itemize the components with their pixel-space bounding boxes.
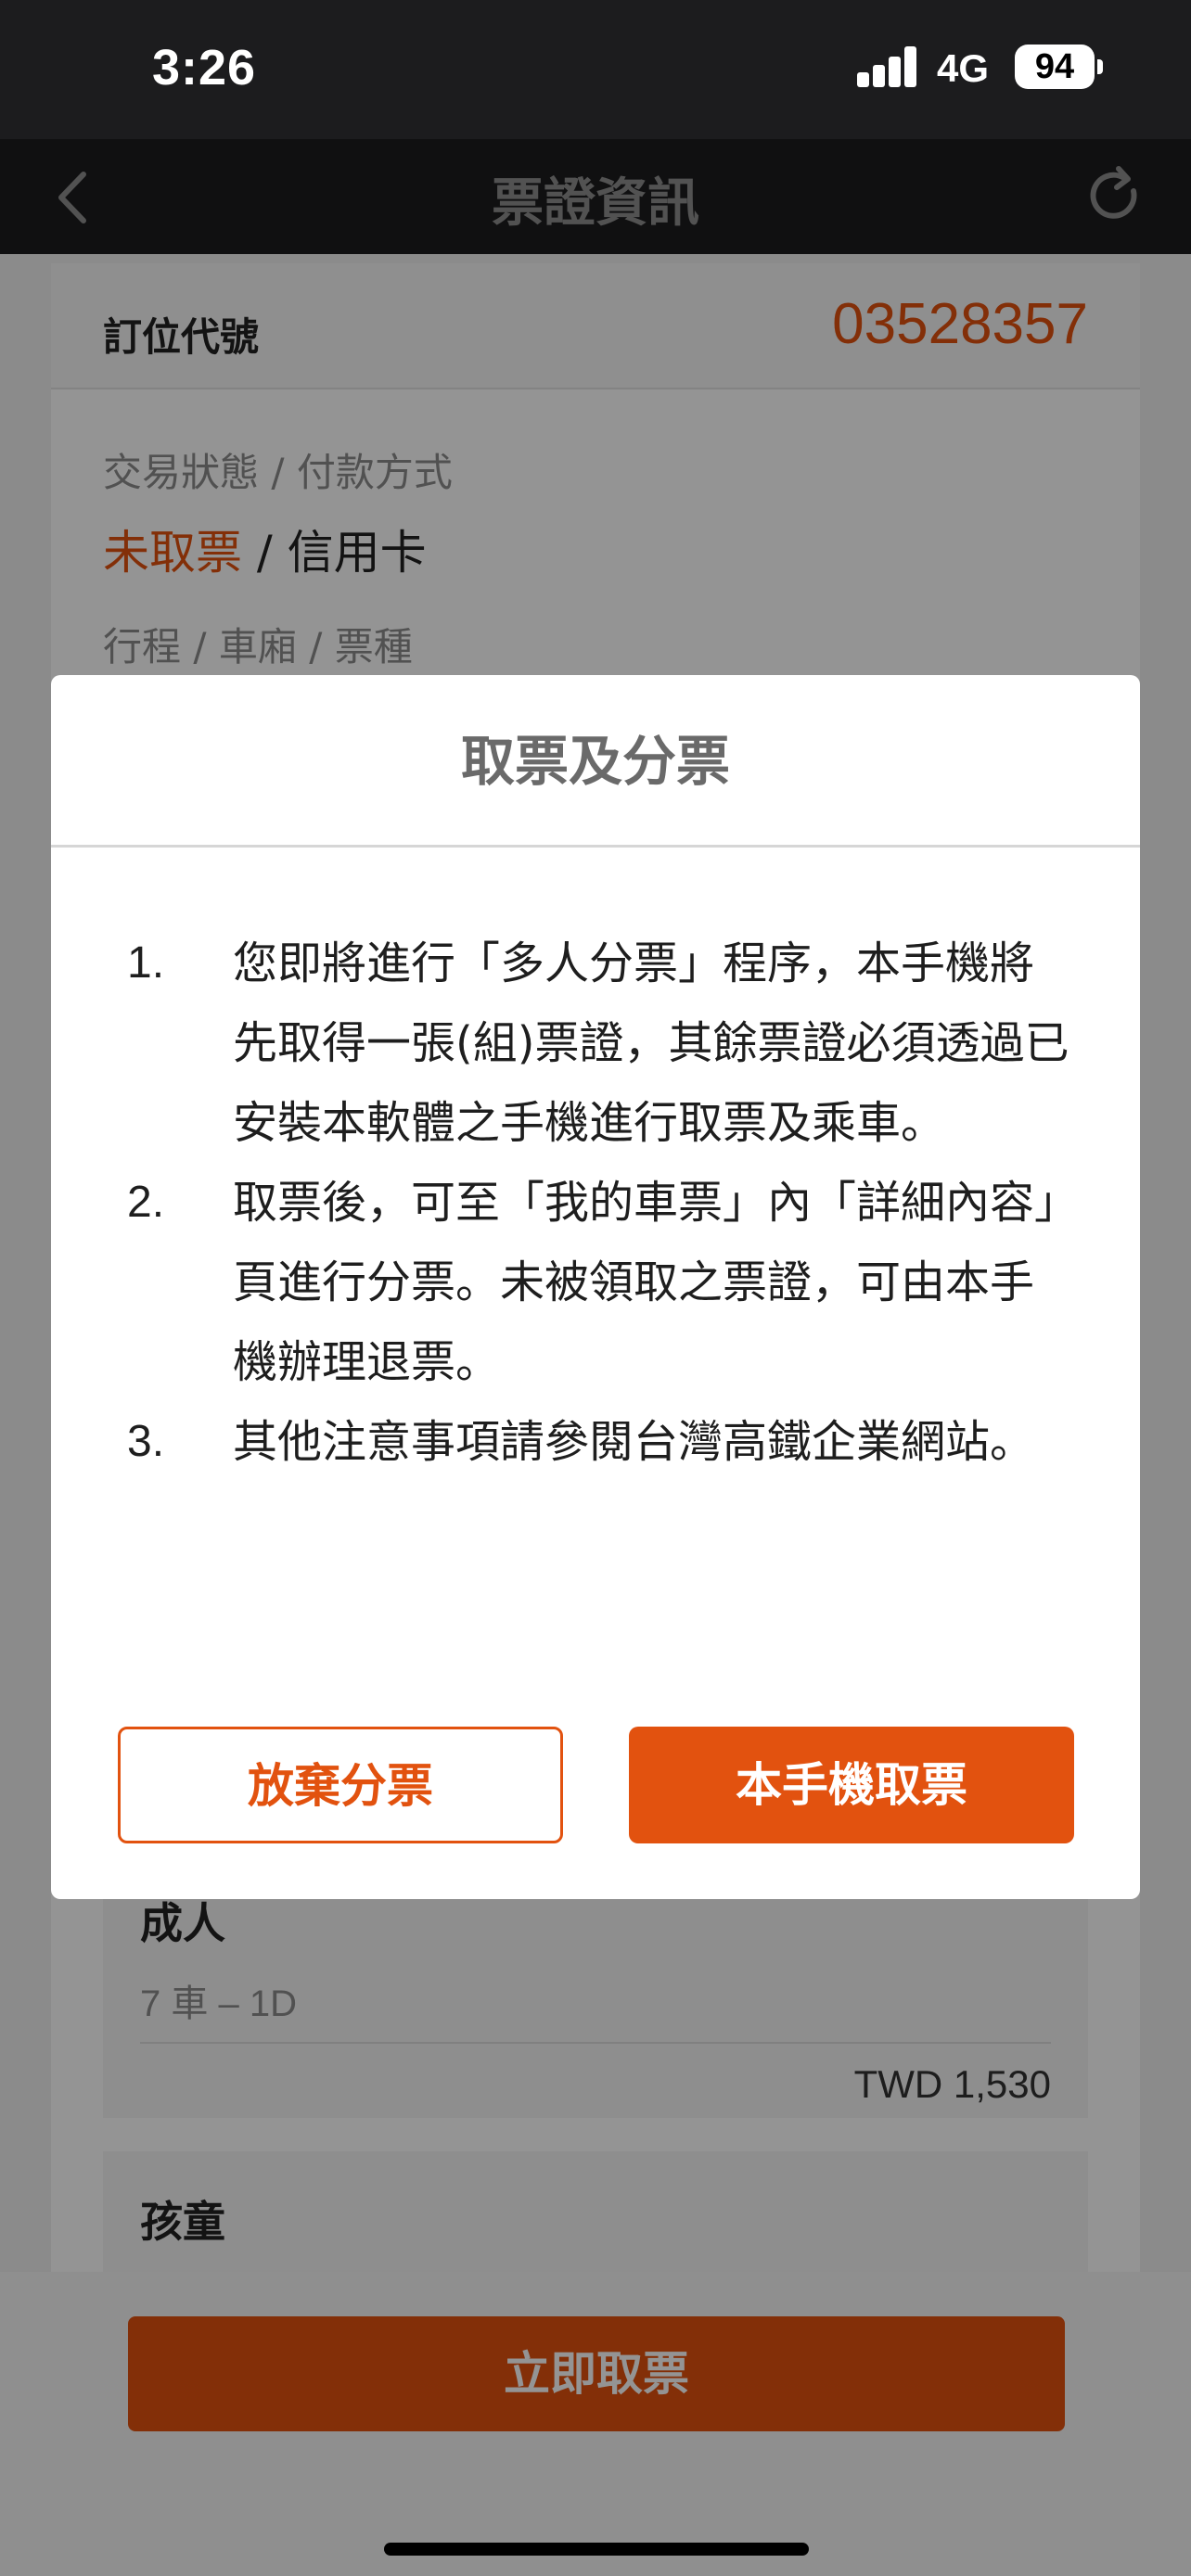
battery-icon: 94 <box>1015 45 1095 89</box>
status-bar: 3:26 4G 94 <box>0 0 1191 139</box>
notice-number: 1. <box>127 938 165 988</box>
cancel-split-button[interactable]: 放棄分票 <box>118 1727 563 1843</box>
notice-list: 1. 您即將進行「多人分票」程序，本手機將先取得一張(組)票證，其餘票證必須透過… <box>127 924 1073 1482</box>
notice-number: 3. <box>127 1417 165 1466</box>
dialog-title: 取票及分票 <box>51 675 1140 848</box>
notice-text: 您即將進行「多人分票」程序，本手機將先取得一張(組)票證，其餘票證必須透過已安裝… <box>233 937 1069 1149</box>
network-type: 4G <box>937 46 990 90</box>
split-ticket-dialog: 取票及分票 1. 您即將進行「多人分票」程序，本手機將先取得一張(組)票證，其餘… <box>51 675 1140 1899</box>
notice-text: 其他注意事項請參閱台灣高鐵企業網站。 <box>233 1416 1035 1468</box>
battery-tip <box>1097 59 1103 74</box>
notice-number: 2. <box>127 1178 165 1227</box>
notice-item: 1. 您即將進行「多人分票」程序，本手機將先取得一張(組)票證，其餘票證必須透過… <box>127 924 1073 1163</box>
status-time: 3:26 <box>152 40 257 96</box>
collect-on-this-phone-button[interactable]: 本手機取票 <box>629 1727 1074 1843</box>
notice-item: 3. 其他注意事項請參閱台灣高鐵企業網站。 <box>127 1402 1073 1482</box>
cellular-signal-icon <box>857 46 918 87</box>
notice-item: 2. 取票後，可至「我的車票」內「詳細內容」頁進行分票。未被領取之票證，可由本手… <box>127 1163 1073 1402</box>
notice-text: 取票後，可至「我的車票」內「詳細內容」頁進行分票。未被領取之票證，可由本手機辦理… <box>233 1177 1057 1388</box>
